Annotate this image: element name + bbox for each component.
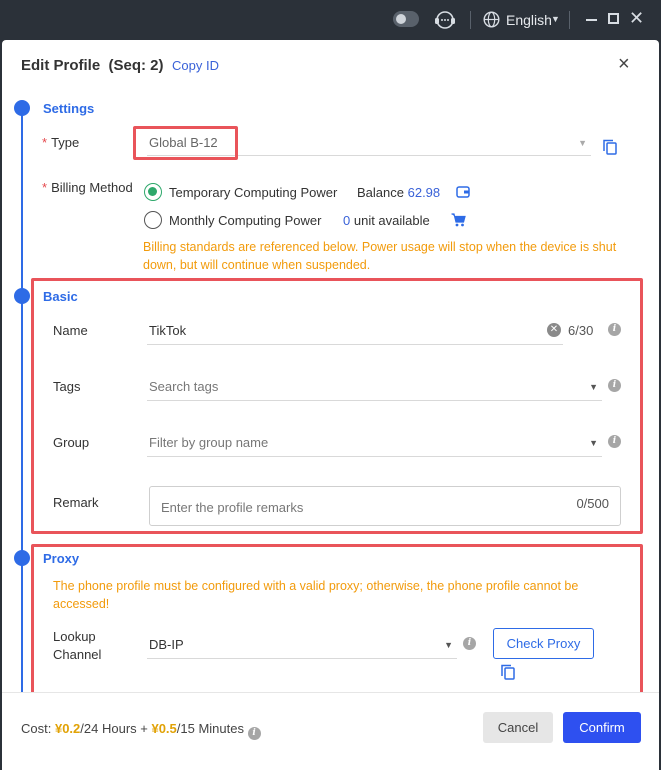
globe-icon[interactable] [483, 11, 500, 31]
confirm-button[interactable]: Confirm [563, 712, 641, 743]
step-dot-settings [14, 100, 30, 116]
proxy-warning: The phone profile must be configured wit… [53, 579, 579, 611]
option-temporary-label[interactable]: Temporary Computing Power [169, 185, 337, 200]
copy-icon[interactable] [501, 664, 515, 683]
lookup-channel-value: DB-IP [149, 637, 184, 652]
radio-monthly[interactable] [144, 211, 162, 229]
remark-textarea[interactable]: Enter the profile remarks 0/500 [149, 486, 621, 526]
info-icon[interactable]: i [247, 727, 261, 740]
close-icon[interactable]: × [618, 53, 630, 76]
support-icon[interactable] [433, 9, 457, 31]
divider [470, 11, 471, 29]
chevron-down-icon[interactable]: ▼ [551, 14, 560, 24]
group-placeholder: Filter by group name [149, 435, 269, 450]
price-daily: ¥0.2 [54, 721, 81, 736]
chevron-down-icon: ▼ [589, 438, 598, 448]
tags-label: Tags [53, 379, 81, 394]
tags-select[interactable]: Search tags ▼ [147, 375, 602, 401]
info-icon[interactable]: i [608, 323, 621, 336]
remark-label: Remark [53, 495, 99, 510]
unit-available: 0 unit available [343, 213, 430, 228]
remark-count: 0/500 [576, 496, 609, 511]
chevron-down-icon: ▼ [444, 640, 453, 650]
name-count: 6/30 [568, 323, 594, 338]
info-icon[interactable]: i [463, 637, 476, 650]
cancel-button[interactable]: Cancel [483, 712, 553, 743]
section-title-basic: Basic [43, 289, 78, 304]
balance-value: 62.98 [407, 185, 441, 200]
theme-toggle-icon[interactable] [393, 11, 419, 27]
edit-profile-dialog: Edit Profile (Seq: 2) Copy ID × Settings… [2, 40, 659, 770]
maximize-icon[interactable] [608, 13, 619, 24]
window-close-icon[interactable]: ✕ [629, 8, 644, 29]
cart-icon[interactable] [451, 213, 466, 230]
copy-icon[interactable] [603, 139, 617, 158]
chevron-down-icon: ▼ [578, 138, 587, 148]
section-title-proxy: Proxy [43, 551, 80, 566]
price-interval: ¥0.5 [151, 721, 177, 736]
step-dot-proxy [14, 550, 30, 566]
option-monthly-label[interactable]: Monthly Computing Power [169, 213, 321, 228]
tags-placeholder: Search tags [149, 379, 219, 394]
chevron-down-icon: ▼ [589, 382, 598, 392]
lookup-channel-select[interactable]: DB-IP ▼ [147, 633, 457, 659]
language-selector[interactable]: English [506, 12, 552, 28]
app-titlebar: English ▼ ✕ [0, 0, 661, 40]
radio-temporary[interactable] [144, 183, 162, 201]
copy-id-link[interactable]: Copy ID [172, 58, 219, 73]
section-title-settings: Settings [43, 101, 95, 116]
group-select[interactable]: Filter by group name ▼ [147, 431, 602, 457]
dialog-title: Edit Profile (Seq: 2) [21, 57, 164, 74]
name-value: TikTok [149, 323, 187, 338]
highlight-box [133, 126, 238, 160]
wallet-icon[interactable] [456, 185, 470, 201]
dialog-footer: Cost: ¥0.2/24 Hours + ¥0.5/15 Minutes i … [2, 692, 659, 770]
divider [569, 11, 570, 29]
check-proxy-button[interactable]: Check Proxy [493, 628, 594, 659]
lookup-channel-label: Lookup Channel [53, 629, 102, 662]
dialog-header: Edit Profile (Seq: 2) Copy ID × [2, 40, 659, 92]
cost-summary: Cost: ¥0.2/24 Hours + ¥0.5/15 Minutes i [21, 721, 261, 740]
highlight-box [31, 544, 643, 696]
info-icon[interactable]: i [608, 379, 621, 392]
clear-icon[interactable]: ✕ [547, 323, 561, 337]
timeline [21, 108, 23, 692]
remark-placeholder: Enter the profile remarks [161, 500, 304, 515]
info-icon[interactable]: i [608, 435, 621, 448]
billing-label: * Billing Method [42, 180, 133, 195]
balance-label: Balance 62.98 [357, 185, 441, 200]
step-dot-basic [14, 288, 30, 304]
group-label: Group [53, 435, 90, 450]
minimize-icon[interactable] [586, 19, 597, 21]
billing-note: Billing standards are referenced below. … [143, 240, 617, 272]
name-label: Name [53, 323, 88, 338]
name-input[interactable]: TikTok ✕ [147, 319, 563, 345]
type-label: * Type [42, 135, 80, 150]
